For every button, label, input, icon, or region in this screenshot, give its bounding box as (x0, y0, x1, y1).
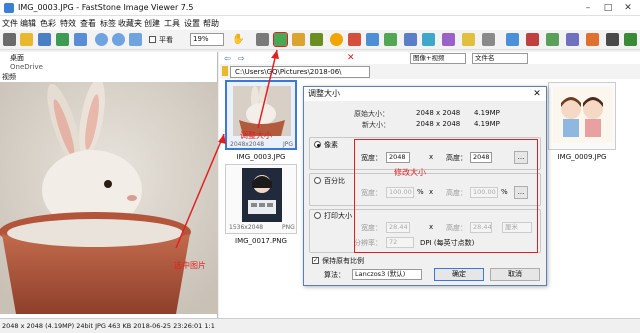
keep-ratio-checkbox[interactable]: ✓ (312, 257, 319, 264)
print-size-radio[interactable] (314, 212, 321, 219)
percent-radio[interactable] (314, 177, 321, 184)
pixel-radio[interactable] (314, 141, 321, 148)
dialog-title: 调整大小 (304, 87, 546, 101)
new-size-value: 2048 x 2048 (416, 120, 461, 128)
algorithm-select[interactable]: Lanczos3 (默认) (352, 269, 422, 280)
keep-ratio-label: 保持原有比例 (322, 257, 364, 265)
original-size-label: 原始大小： (354, 110, 389, 118)
dialog-close-icon[interactable]: ✕ (530, 87, 544, 101)
new-size-mp: 4.19MP (474, 120, 500, 128)
pixel-label: 像素 (324, 141, 338, 149)
algorithm-label: 算法： (324, 271, 345, 279)
annotation-resize: 调整大小 (240, 131, 272, 140)
original-size-value: 2048 x 2048 (416, 109, 461, 117)
resize-dialog: 调整大小 ✕ 原始大小： 2048 x 2048 4.19MP 新大小： 204… (303, 86, 547, 286)
percent-label: 百分比 (324, 177, 345, 185)
new-size-label: 新大小： (362, 121, 390, 129)
print-size-label: 打印大小 (324, 212, 352, 220)
status-bar: 2048 x 2048 (4.19MP) 24bit JPG 463 KB 20… (0, 318, 640, 333)
cancel-button[interactable]: 取消 (490, 268, 540, 281)
annotation-box (354, 139, 538, 253)
original-size-mp: 4.19MP (474, 109, 500, 117)
ok-button[interactable]: 确定 (434, 268, 484, 281)
annotation-modify-size: 修改大小 (394, 168, 426, 177)
